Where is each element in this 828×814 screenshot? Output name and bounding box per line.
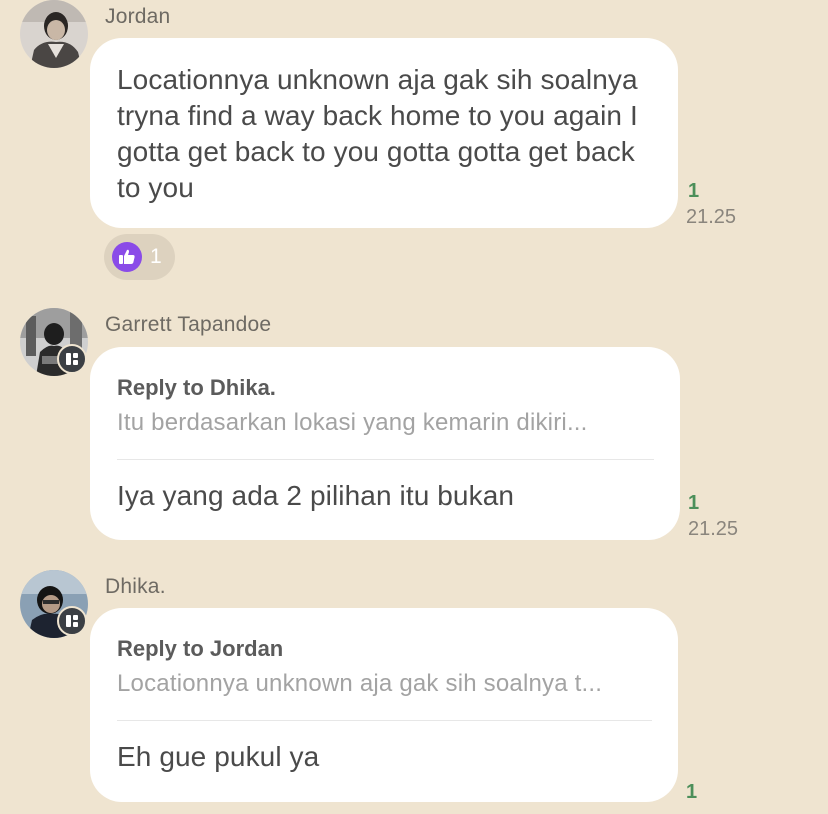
- official-badge-icon: [57, 606, 87, 636]
- reply-preview-text[interactable]: Locationnya unknown aja gak sih soalnya …: [117, 670, 652, 698]
- read-receipt-count: 1: [686, 781, 698, 803]
- sender-name: Jordan: [105, 5, 171, 28]
- read-receipt-count: 1: [688, 492, 700, 514]
- avatar-jordan[interactable]: [20, 0, 88, 68]
- message-time: 21.25: [686, 206, 737, 228]
- read-receipt-count: 1: [688, 180, 700, 202]
- message-bubble[interactable]: Reply to Dhika. Itu berdasarkan lokasi y…: [90, 347, 680, 540]
- message-text: Iya yang ada 2 pilihan itu bukan: [117, 480, 515, 511]
- sender-name: Dhika.: [105, 575, 166, 598]
- message-bubble[interactable]: Reply to Jordan Locationnya unknown aja …: [90, 608, 678, 802]
- reply-to-label: Reply to Dhika.: [117, 375, 276, 400]
- message-bubble[interactable]: Locationnya unknown aja gak sih soalnya …: [90, 38, 678, 228]
- chat-room: Jordan Locationnya unknown aja gak sih s…: [0, 0, 828, 814]
- reply-preview-text[interactable]: Itu berdasarkan lokasi yang kemarin diki…: [117, 409, 654, 437]
- reply-divider: [117, 459, 654, 460]
- message-text: Locationnya unknown aja gak sih soalnya …: [117, 64, 638, 203]
- message-text: Eh gue pukul ya: [117, 741, 320, 772]
- thumbs-up-icon: [112, 242, 142, 272]
- reaction-count: 1: [150, 245, 162, 268]
- sender-name: Garrett Tapandoe: [105, 313, 272, 336]
- reply-divider: [117, 720, 652, 721]
- reply-to-label: Reply to Jordan: [117, 636, 284, 661]
- message-time: 21.25: [688, 518, 739, 540]
- official-badge-icon: [57, 344, 87, 374]
- reaction-badge[interactable]: 1: [104, 234, 175, 280]
